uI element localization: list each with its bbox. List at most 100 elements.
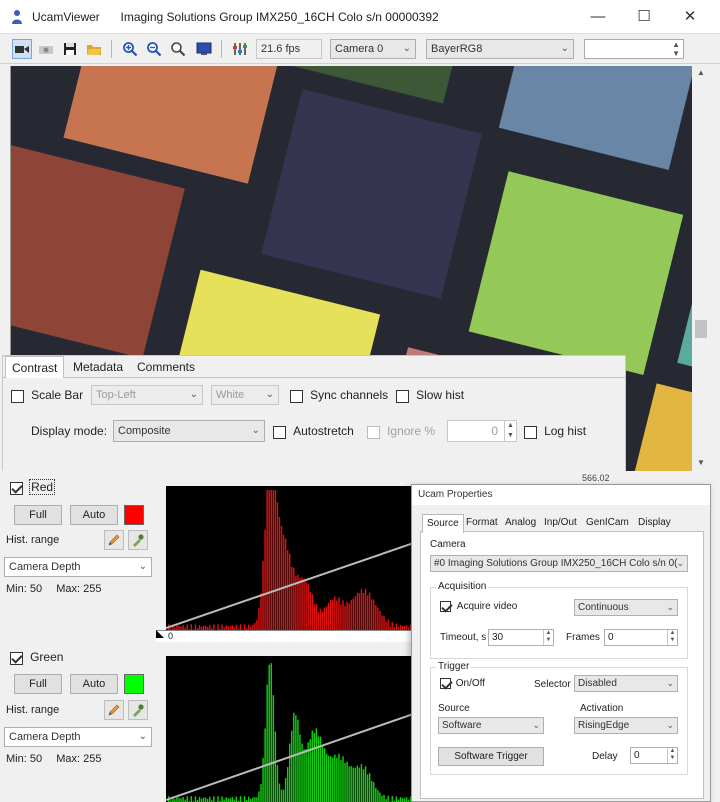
trigger-onoff-row[interactable]: On/Off xyxy=(440,678,485,689)
min-marker-icon[interactable] xyxy=(156,630,164,638)
ignore-percent-spinner[interactable]: 0 ▲ ▼ xyxy=(447,420,517,442)
histogram-bar xyxy=(348,766,350,802)
sync-channels-row[interactable]: Sync channels xyxy=(290,388,388,403)
scroll-thumb[interactable] xyxy=(695,320,707,338)
red-histogram[interactable] xyxy=(165,486,413,630)
camera-device-select[interactable]: #0 Imaging Solutions Group IMX250_16CH C… xyxy=(430,555,688,572)
slow-hist-row[interactable]: Slow hist xyxy=(396,388,464,403)
spin-arrows-icon[interactable]: ▲ ▼ xyxy=(543,630,553,645)
green-full-button[interactable]: Full xyxy=(14,674,62,694)
open-button[interactable] xyxy=(84,39,104,59)
tab-contrast[interactable]: Contrast xyxy=(5,356,65,378)
spin-arrows-icon[interactable]: ▲ ▼ xyxy=(667,748,677,763)
histogram-bar xyxy=(315,603,318,630)
red-edit-range-button[interactable] xyxy=(104,530,124,550)
trigger-selector-select[interactable]: Disabled ⌄ xyxy=(574,675,678,692)
scale-bar-color-select[interactable]: White ⌄ xyxy=(211,385,279,405)
green-pick-range-button[interactable] xyxy=(128,700,148,720)
histogram-bar xyxy=(401,798,404,802)
activation-select[interactable]: RisingEdge ⌄ xyxy=(574,717,678,734)
scroll-down-icon[interactable]: ▼ xyxy=(692,456,710,470)
timeout-spinner[interactable]: 30 ▲ ▼ xyxy=(488,629,554,646)
histogram-bar xyxy=(217,796,219,802)
tab-analog[interactable]: Analog xyxy=(501,514,540,532)
eyedropper-icon xyxy=(133,704,144,717)
toolbar-spin-field[interactable]: ▲ ▼ xyxy=(584,39,684,59)
fullscreen-button[interactable] xyxy=(194,39,214,59)
red-auto-button[interactable]: Auto xyxy=(70,505,118,525)
tab-inp-out[interactable]: Inp/Out xyxy=(540,514,581,532)
trigger-onoff-checkbox[interactable] xyxy=(440,678,451,689)
red-channel-checkbox[interactable] xyxy=(10,481,23,495)
green-color-swatch[interactable] xyxy=(124,674,144,694)
software-trigger-button[interactable]: Software Trigger xyxy=(438,747,544,766)
scale-bar-checkbox[interactable] xyxy=(11,389,24,403)
ignore-percent-value: 0 xyxy=(491,424,498,438)
scale-bar-position-select[interactable]: Top-Left ⌄ xyxy=(91,385,203,405)
autostretch-label: Autostretch xyxy=(293,424,354,438)
scale-bar-checkbox-row[interactable]: Scale Bar xyxy=(11,388,83,403)
tab-metadata[interactable]: Metadata xyxy=(67,356,129,378)
green-channel-checkbox[interactable] xyxy=(10,651,23,665)
tab-comments[interactable]: Comments xyxy=(131,356,201,378)
histogram-bar xyxy=(243,796,246,802)
display-mode-select[interactable]: Composite ⌄ xyxy=(113,420,265,442)
green-histogram[interactable] xyxy=(165,656,413,802)
minimize-button[interactable]: — xyxy=(578,6,618,28)
histogram-bar xyxy=(315,728,318,802)
trigger-source-select[interactable]: Software ⌄ xyxy=(438,717,544,734)
histogram-bar xyxy=(371,780,373,802)
frames-spinner[interactable]: 0 ▲ ▼ xyxy=(604,629,678,646)
slow-hist-checkbox[interactable] xyxy=(396,389,409,403)
tab-genicam[interactable]: GenICam xyxy=(582,514,633,532)
zoom-out-button[interactable] xyxy=(144,39,164,59)
red-full-button[interactable]: Full xyxy=(14,505,62,525)
trigger-group-title: Trigger xyxy=(436,661,472,672)
log-hist-checkbox[interactable] xyxy=(524,425,537,439)
close-button[interactable]: ✕ xyxy=(670,6,710,28)
red-channel-toggle[interactable]: Red xyxy=(10,479,56,495)
zoom-fit-button[interactable] xyxy=(168,39,188,59)
acquire-video-checkbox[interactable] xyxy=(440,601,451,612)
histogram-bar xyxy=(364,588,367,630)
delay-spinner[interactable]: 0 ▲ ▼ xyxy=(630,747,678,764)
log-hist-row[interactable]: Log hist xyxy=(524,424,586,439)
green-channel-toggle[interactable]: Green xyxy=(10,650,63,665)
spin-arrows-icon[interactable]: ▲ ▼ xyxy=(672,40,680,58)
tab-source[interactable]: Source xyxy=(422,514,464,533)
sync-channels-checkbox[interactable] xyxy=(290,389,303,403)
tools-button[interactable] xyxy=(230,39,250,59)
red-depth-select[interactable]: Camera Depth ⌄ xyxy=(4,557,152,577)
green-depth-select[interactable]: Camera Depth ⌄ xyxy=(4,727,152,747)
acquire-mode-select[interactable]: Continuous ⌄ xyxy=(574,599,678,616)
scroll-up-icon[interactable]: ▲ xyxy=(692,66,710,80)
live-video-button[interactable] xyxy=(12,39,32,59)
ignore-row[interactable]: Ignore % xyxy=(367,424,435,439)
red-pick-range-button[interactable] xyxy=(128,530,148,550)
pixel-format-select[interactable]: BayerRG8 ⌄ xyxy=(426,39,574,59)
camera-select[interactable]: Camera 0 ⌄ xyxy=(330,39,416,59)
trigger-source-label: Source xyxy=(438,703,470,714)
green-edit-range-button[interactable] xyxy=(104,700,124,720)
histogram-bar xyxy=(266,684,268,802)
red-color-swatch[interactable] xyxy=(124,505,144,525)
histogram-bar xyxy=(383,794,385,802)
green-auto-button[interactable]: Auto xyxy=(70,674,118,694)
maximize-button[interactable]: ☐ xyxy=(624,6,664,28)
autostretch-checkbox[interactable] xyxy=(273,425,286,439)
viewer-scrollbar[interactable]: ▲ ▼ xyxy=(692,66,710,471)
scale-bar-color-value: White xyxy=(216,389,245,401)
snapshot-button[interactable] xyxy=(36,39,56,59)
save-button[interactable] xyxy=(60,39,80,59)
spin-arrows-icon[interactable]: ▲ ▼ xyxy=(504,421,516,441)
ignore-checkbox[interactable] xyxy=(367,425,380,439)
zoom-in-button[interactable] xyxy=(120,39,140,59)
tab-display[interactable]: Display xyxy=(634,514,675,532)
tab-format[interactable]: Format xyxy=(462,514,502,532)
autostretch-row[interactable]: Autostretch xyxy=(273,424,354,439)
histogram-bar xyxy=(309,591,311,630)
acquire-video-row[interactable]: Acquire video xyxy=(440,601,517,612)
spin-arrows-icon[interactable]: ▲ ▼ xyxy=(667,630,677,645)
histogram-bar xyxy=(330,599,332,630)
chevron-down-icon: ⌄ xyxy=(265,389,274,400)
